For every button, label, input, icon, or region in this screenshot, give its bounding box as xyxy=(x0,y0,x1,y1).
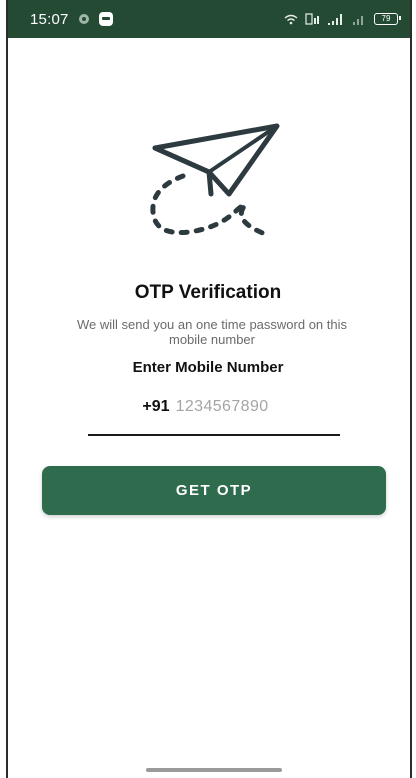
status-bar-right: 79 xyxy=(284,13,401,25)
country-code: +91 xyxy=(142,398,170,415)
input-underline xyxy=(88,434,340,436)
signal-strength-secondary-icon xyxy=(353,15,363,25)
signal-strength-icon xyxy=(328,13,342,25)
get-otp-button[interactable]: GET OTP xyxy=(42,466,386,515)
paper-plane-icon xyxy=(150,123,280,237)
home-indicator[interactable] xyxy=(146,768,282,772)
device-frame xyxy=(6,0,412,778)
battery-icon: 79 xyxy=(374,13,401,25)
status-time: 15:07 xyxy=(30,10,69,28)
status-bar-left: 15:07 xyxy=(30,11,113,28)
page-title: OTP Verification xyxy=(134,282,282,303)
message-notification-icon xyxy=(98,12,113,26)
phone-input-row: +91 xyxy=(88,398,340,416)
wifi-icon xyxy=(284,14,298,24)
record-indicator-icon xyxy=(78,14,89,24)
hd-voice-icon xyxy=(305,13,319,25)
status-bar: 15:07 79 xyxy=(8,0,410,38)
page-subtitle: We will send you an one time password on… xyxy=(76,317,347,347)
mobile-number-label: Enter Mobile Number xyxy=(132,359,284,376)
mobile-number-input[interactable] xyxy=(175,398,286,416)
